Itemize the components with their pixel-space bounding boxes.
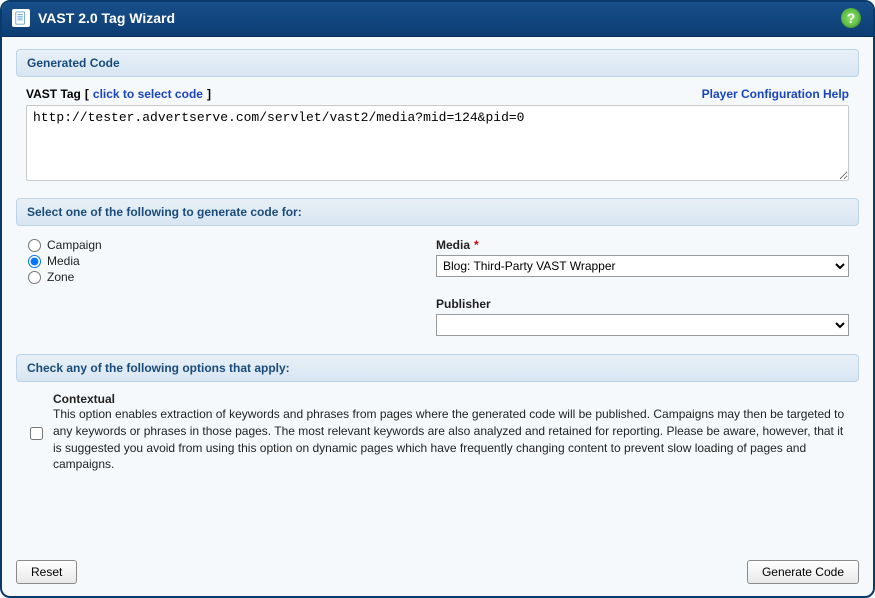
wizard-window: VAST 2.0 Tag Wizard ? Generated Code VAS…: [0, 0, 875, 598]
radio-zone-label: Zone: [47, 270, 74, 284]
publisher-select[interactable]: [436, 314, 849, 336]
radio-campaign-label: Campaign: [47, 238, 102, 252]
document-icon: [12, 9, 30, 27]
contextual-checkbox[interactable]: [30, 394, 43, 473]
contextual-description: This option enables extraction of keywor…: [53, 406, 849, 473]
generate-code-button[interactable]: Generate Code: [747, 560, 859, 584]
footer-button-bar: Reset Generate Code: [16, 560, 859, 584]
select-one-heading: Select one of the following to generate …: [16, 198, 859, 226]
radio-zone[interactable]: [28, 271, 41, 284]
reset-button[interactable]: Reset: [16, 560, 77, 584]
help-icon[interactable]: ?: [841, 8, 861, 28]
window-title: VAST 2.0 Tag Wizard: [38, 10, 175, 26]
vast-tag-label: VAST Tag [ click to select code ]: [26, 87, 215, 101]
body: Generated Code VAST Tag [ click to selec…: [2, 37, 873, 503]
radio-media-label: Media: [47, 254, 80, 268]
radio-campaign[interactable]: [28, 239, 41, 252]
click-to-select-code-link[interactable]: click to select code: [93, 87, 203, 101]
bracket-open: [: [85, 87, 89, 101]
options-heading: Check any of the following options that …: [16, 354, 859, 382]
contextual-title: Contextual: [53, 392, 849, 406]
code-for-radio-group: Campaign Media Zone: [26, 236, 416, 336]
titlebar: VAST 2.0 Tag Wizard ?: [2, 2, 873, 37]
media-select[interactable]: Blog: Third-Party VAST Wrapper: [436, 255, 849, 277]
bracket-close: ]: [207, 87, 211, 101]
media-field-label: Media *: [436, 238, 849, 252]
publisher-field-label: Publisher: [436, 297, 849, 311]
media-label-text: Media: [436, 238, 470, 252]
vast-tag-prefix: VAST Tag: [26, 87, 81, 101]
player-configuration-help-link[interactable]: Player Configuration Help: [702, 87, 849, 101]
generated-code-heading: Generated Code: [16, 49, 859, 77]
radio-media[interactable]: [28, 255, 41, 268]
required-marker: *: [474, 238, 479, 252]
generated-code-textarea[interactable]: [26, 105, 849, 181]
